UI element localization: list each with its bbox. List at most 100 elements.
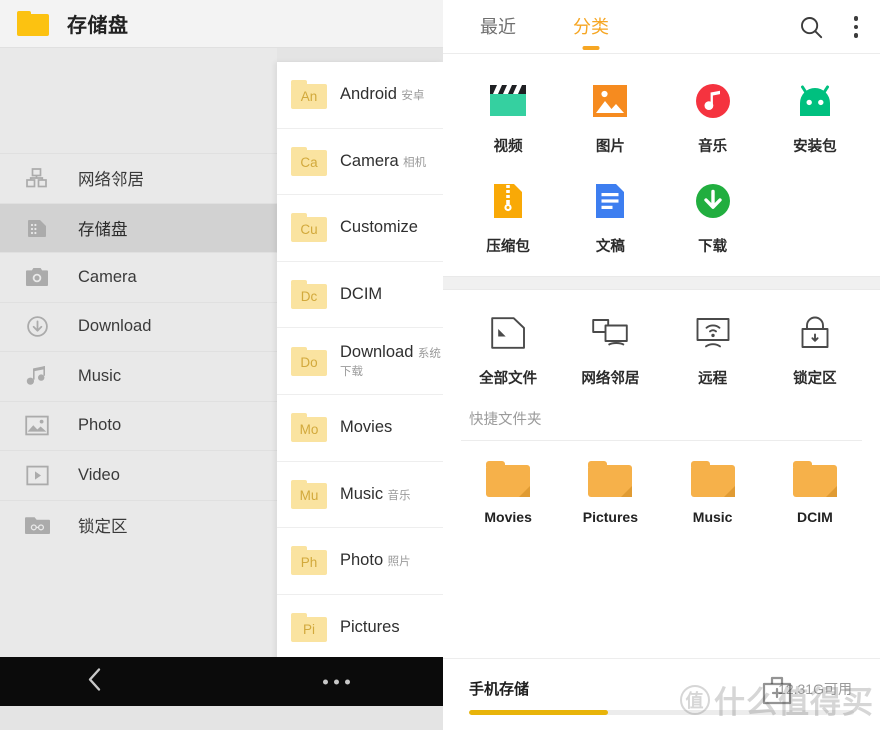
category-download[interactable]: 下载 (662, 180, 764, 256)
folder-subtitle: 安卓 (401, 90, 425, 103)
folder-icon (792, 461, 837, 497)
category-apk[interactable]: 安装包 (764, 80, 866, 156)
sidebar-item-label: 网络邻居 (78, 171, 144, 190)
sidebar-item-music[interactable]: Music (0, 351, 277, 401)
folder-icon (486, 461, 531, 497)
search-icon[interactable] (799, 15, 824, 40)
document-icon (589, 180, 631, 222)
header-actions (799, 0, 867, 54)
quick-folder-movies[interactable]: Movies (457, 461, 559, 525)
folder-name: Android (340, 85, 397, 104)
android-apk-icon (794, 80, 836, 122)
category-label: 音乐 (698, 139, 728, 155)
sidebar-item-label: Photo (78, 416, 122, 435)
category-label: 全部文件 (479, 371, 538, 387)
quick-folders-grid: Movies Pictures Music DCIM (443, 441, 880, 525)
category-label: 网络邻居 (581, 371, 640, 387)
folder-icon: Do (291, 346, 327, 376)
folder-name: Camera (340, 151, 399, 170)
category-document[interactable]: 文稿 (559, 180, 661, 256)
sidebar-item-label: Camera (78, 267, 137, 286)
category-label: 锁定区 (793, 371, 837, 387)
sidebar-item-label: Music (78, 366, 122, 385)
sidebar-item-label: Download (78, 317, 152, 336)
folder-name: Photo (340, 551, 384, 570)
folder-abbr: Ca (300, 155, 318, 171)
sidebar-item-camera[interactable]: Camera (0, 252, 277, 302)
list-item[interactable]: Dc DCIM (277, 262, 443, 329)
category-label: 远程 (698, 371, 728, 387)
list-item[interactable]: Pi Pictures (277, 595, 443, 662)
sidebar-item-label: 锁定区 (78, 517, 128, 536)
zip-archive-icon (487, 180, 529, 222)
camera-icon (22, 264, 52, 290)
folder-name: DCIM (340, 285, 383, 304)
sidebar-item-network[interactable]: 网络邻居 (0, 153, 277, 203)
quick-folder-music[interactable]: Music (662, 461, 764, 525)
network-neighborhood-icon (589, 312, 631, 354)
android-navigation-bar (0, 657, 443, 706)
list-item[interactable]: An Android 安卓 (277, 62, 443, 129)
sidebar-item-video[interactable]: Video (0, 450, 277, 500)
sidebar-item-photo[interactable]: Photo (0, 400, 277, 450)
folder-icon: Dc (291, 280, 327, 310)
folder-name: Music (340, 484, 384, 503)
category-grid-primary: 视频 图片 音乐 安装包 压缩包 文稿 下载 (443, 54, 880, 262)
back-chevron-icon[interactable] (86, 665, 103, 698)
folder-subtitle: 照片 (387, 556, 411, 569)
folder-icon: Mu (291, 479, 327, 509)
quick-folder-label: Movies (484, 509, 532, 525)
category-label: 下载 (698, 239, 728, 255)
tab-category-label: 分类 (573, 16, 609, 37)
category-grid-secondary: 全部文件 网络邻居 远程 锁定区 (443, 290, 880, 388)
list-item[interactable]: Mu Music 音乐 (277, 462, 443, 529)
category-label: 图片 (595, 139, 625, 155)
category-all-files[interactable]: 全部文件 (457, 312, 559, 388)
category-label: 压缩包 (486, 239, 530, 255)
list-item[interactable]: Ph Photo 照片 (277, 528, 443, 595)
folder-icon (690, 461, 735, 497)
folder-icon (17, 11, 49, 36)
category-video[interactable]: 视频 (457, 80, 559, 156)
storage-progress-fill (469, 710, 608, 715)
picture-icon (589, 80, 631, 122)
folder-icon: Mo (291, 413, 327, 443)
quick-folder-pictures[interactable]: Pictures (559, 461, 661, 525)
category-picture[interactable]: 图片 (559, 80, 661, 156)
music-disc-icon (692, 80, 734, 122)
category-network[interactable]: 网络邻居 (559, 312, 661, 388)
folder-list-card: An Android 安卓 Ca Camera 相机 Cu Customize … (277, 62, 443, 663)
list-item[interactable]: Cu Customize (277, 195, 443, 262)
sidebar-item-label: Video (78, 465, 120, 484)
category-remote[interactable]: 远程 (662, 312, 764, 388)
folder-subtitle: 相机 (403, 156, 427, 169)
tab-bar: 最近 分类 (443, 0, 880, 54)
overflow-menu-icon[interactable] (846, 14, 867, 40)
quick-folder-label: Music (692, 509, 733, 525)
list-item[interactable]: Ca Camera 相机 (277, 129, 443, 196)
sidebar-item-download[interactable]: Download (0, 301, 277, 351)
tab-category[interactable]: 分类 (573, 13, 609, 50)
app-screenshot: 存储盘 网络邻居 存储盘 Camera Download Music Photo… (0, 0, 880, 730)
storage-title: 手机存储 (469, 681, 530, 698)
folder-abbr: Do (300, 355, 318, 371)
folder-name: Customize (340, 218, 418, 237)
category-music[interactable]: 音乐 (662, 80, 764, 156)
folder-icon: An (291, 80, 327, 110)
folder-abbr: Ph (300, 554, 318, 570)
shopping-cart-icon (760, 673, 794, 710)
sidebar-item-storage[interactable]: 存储盘 (0, 202, 277, 252)
music-note-icon (22, 363, 52, 389)
list-item[interactable]: Do Download 系统下载 (277, 328, 443, 395)
category-archive[interactable]: 压缩包 (457, 180, 559, 256)
folder-abbr: Pi (302, 621, 315, 637)
list-item[interactable]: Mo Movies (277, 395, 443, 462)
category-lockzone[interactable]: 锁定区 (764, 312, 866, 388)
storage-footer[interactable]: 手机存储 12.31G可用 (443, 658, 880, 730)
more-dots-icon[interactable] (323, 679, 350, 684)
tab-recent[interactable]: 最近 (480, 13, 516, 41)
quick-folder-dcim[interactable]: DCIM (764, 461, 866, 525)
sidebar-item-label: 存储盘 (78, 220, 128, 239)
page-title: 存储盘 (67, 15, 129, 37)
sidebar-item-lockzone[interactable]: 锁定区 (0, 499, 277, 549)
